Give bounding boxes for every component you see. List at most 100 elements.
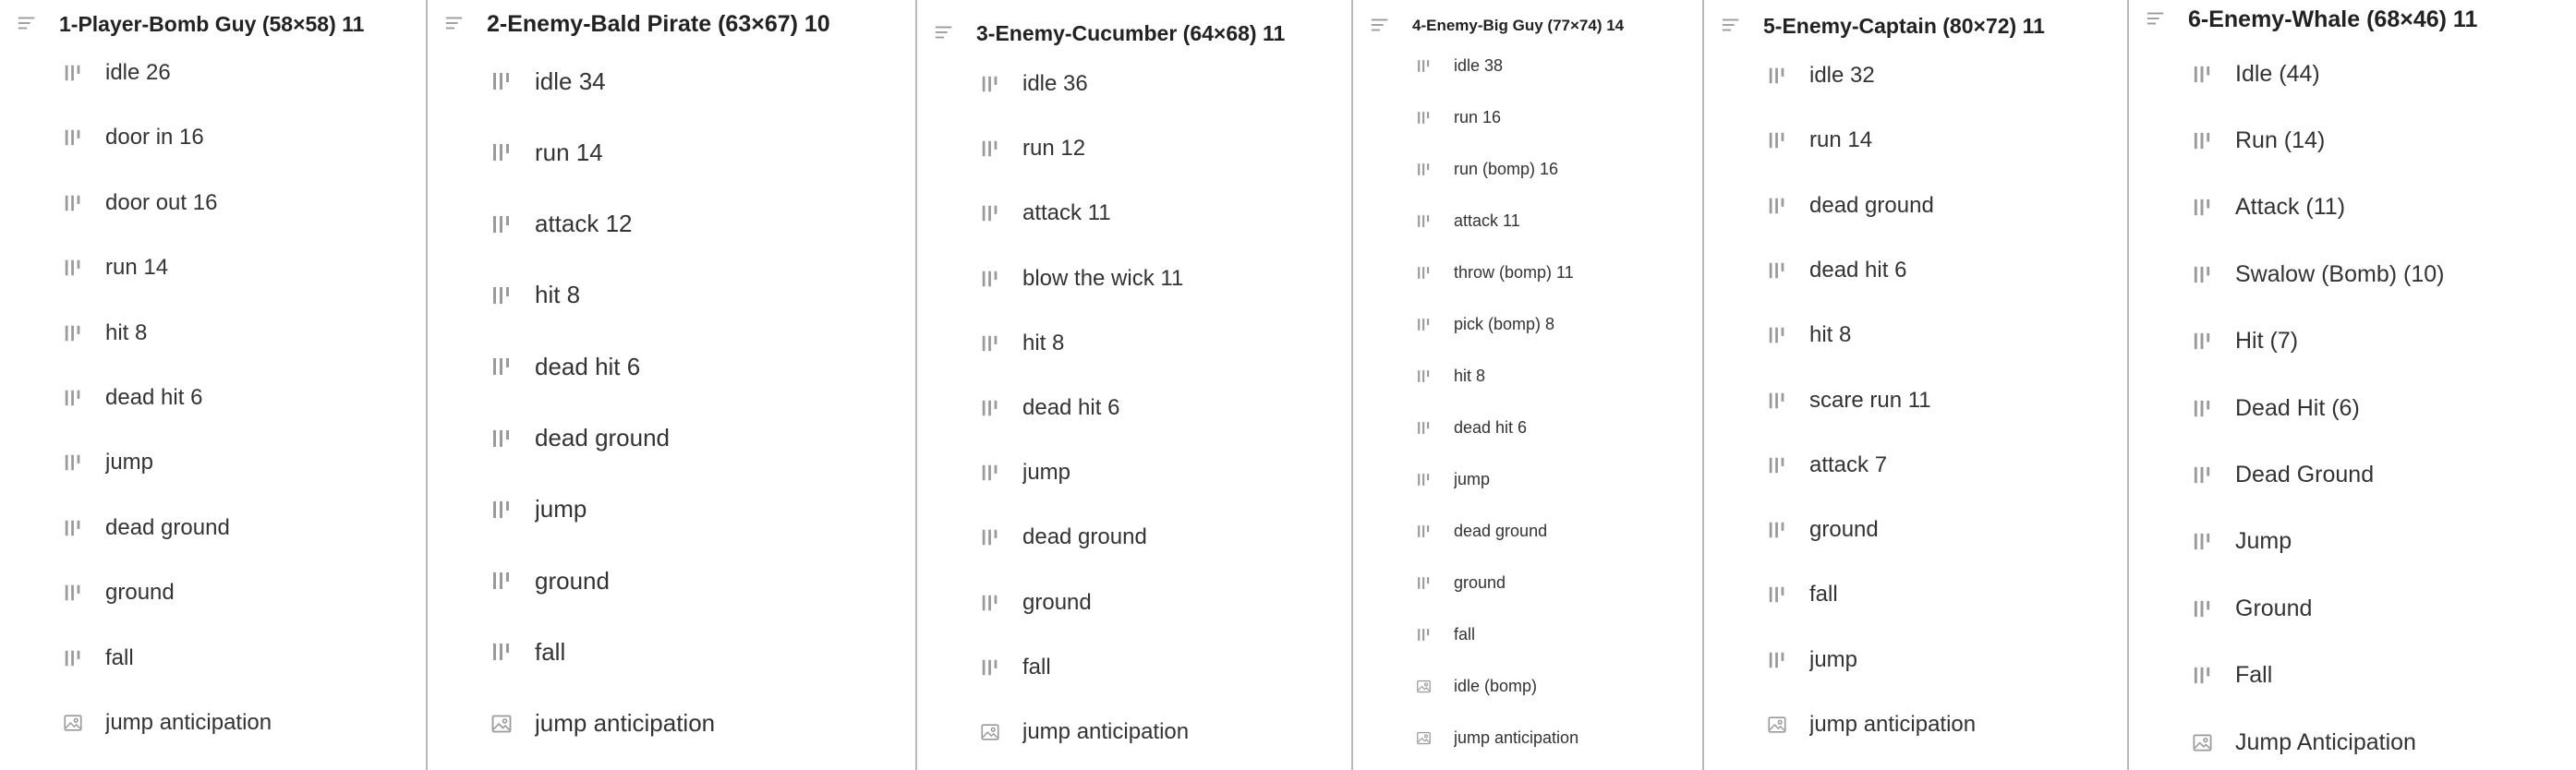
layer-item-label: idle 32 <box>1809 63 1875 88</box>
frames-icon <box>980 74 1000 94</box>
frames-icon <box>1767 130 1787 150</box>
frames-icon <box>490 641 513 663</box>
layer-item[interactable]: attack 12 <box>490 210 633 239</box>
layer-item[interactable]: hit 8 <box>1416 365 1485 387</box>
frames-icon <box>63 258 83 278</box>
layer-item-label: jump anticipation <box>1454 728 1579 747</box>
layer-item[interactable]: jump <box>1416 468 1490 490</box>
layer-item[interactable]: run 16 <box>1416 106 1501 128</box>
column-header[interactable]: 4-Enemy-Big Guy (77×74) 14 <box>1370 10 1693 42</box>
frames-icon <box>490 141 513 163</box>
layer-item[interactable]: idle 32 <box>1767 62 1875 90</box>
layer-item[interactable]: dead hit 6 <box>1767 257 1906 284</box>
layer-item[interactable]: run 14 <box>1767 126 1872 154</box>
layer-item[interactable]: ground <box>1416 571 1506 594</box>
layer-item[interactable]: Fall <box>2192 661 2272 690</box>
column-title: 2-Enemy-Bald Pirate (63×67) 10 <box>487 10 830 37</box>
column-header[interactable]: 3-Enemy-Cucumber (64×68) 11 <box>934 18 1342 49</box>
layer-item[interactable]: throw (bomp) 11 <box>1416 261 1574 283</box>
layer-item[interactable]: fall <box>980 654 1051 681</box>
layer-item-label: ground <box>1809 517 1879 543</box>
layer-item[interactable]: attack 11 <box>980 199 1111 227</box>
layer-item[interactable]: run 12 <box>980 135 1085 162</box>
column-header[interactable]: 6-Enemy-Whale (68×46) 11 <box>2146 4 2565 35</box>
layer-item[interactable]: fall <box>490 637 565 667</box>
layer-item[interactable]: idle (bomp) <box>1416 675 1537 697</box>
layer-item[interactable]: jump anticipation <box>490 709 715 739</box>
layer-item[interactable]: dead ground <box>63 514 230 542</box>
layer-item[interactable]: Dead Hit (6) <box>2192 394 2360 423</box>
layer-item[interactable]: Ground <box>2192 595 2312 623</box>
layer-item[interactable]: fall <box>1416 623 1475 645</box>
layer-item[interactable]: run (bomp) 16 <box>1416 158 1558 180</box>
layer-item[interactable]: attack 7 <box>1767 451 1887 479</box>
layer-item[interactable]: dead hit 6 <box>63 384 202 412</box>
layer-item[interactable]: ground <box>1767 516 1879 544</box>
layer-item[interactable]: fall <box>63 644 134 672</box>
layer-item[interactable]: Hit (7) <box>2192 327 2298 355</box>
frames-icon <box>2192 665 2213 686</box>
layer-item-label: fall <box>1454 624 1476 644</box>
layer-item[interactable]: jump anticipation <box>980 718 1189 746</box>
layer-item-label: dead hit 6 <box>1454 417 1528 437</box>
layer-item[interactable]: Jump <box>2192 527 2292 556</box>
frames-icon <box>1416 472 1432 487</box>
layer-item[interactable]: dead hit 6 <box>1416 416 1527 439</box>
frames-icon <box>63 193 83 213</box>
layer-item[interactable]: dead ground <box>490 424 670 453</box>
layer-item[interactable]: fall <box>1767 581 1838 608</box>
layer-item[interactable]: scare run 11 <box>1767 387 1931 415</box>
layer-item[interactable]: jump anticipation <box>1416 727 1578 749</box>
layer-item-label: hit 8 <box>535 281 581 309</box>
layer-item[interactable]: hit 8 <box>63 319 147 347</box>
frames-icon <box>63 323 83 343</box>
layer-item[interactable]: dead ground <box>980 523 1147 551</box>
frames-icon <box>63 63 83 83</box>
list-icon <box>934 22 956 44</box>
layer-item[interactable]: Attack (11) <box>2192 193 2345 222</box>
layer-item[interactable]: jump <box>490 495 587 524</box>
layer-item[interactable]: jump anticipation <box>1767 711 1976 739</box>
layer-item[interactable]: hit 8 <box>980 330 1064 357</box>
frames-icon <box>1767 650 1787 670</box>
layer-item[interactable]: idle 36 <box>980 70 1088 98</box>
layer-item[interactable]: jump <box>1767 646 1857 674</box>
layer-item[interactable]: blow the wick 11 <box>980 265 1183 293</box>
layer-item[interactable]: Run (14) <box>2192 126 2325 155</box>
layer-item[interactable]: ground <box>63 579 175 607</box>
layer-item[interactable]: Idle (44) <box>2192 60 2320 89</box>
layer-item[interactable]: idle 26 <box>63 59 171 87</box>
layer-item[interactable]: idle 34 <box>490 66 606 96</box>
layer-item[interactable]: run 14 <box>63 254 168 282</box>
layer-item-label: Fall <box>2235 662 2273 689</box>
layer-item[interactable]: dead hit 6 <box>980 394 1119 422</box>
layer-item-label: run 14 <box>535 138 603 166</box>
layer-item[interactable]: Jump Anticipation <box>2192 728 2416 757</box>
layer-item[interactable]: dead hit 6 <box>490 352 640 381</box>
layer-item[interactable]: dead ground <box>1416 520 1547 542</box>
layer-item[interactable]: door in 16 <box>63 124 204 151</box>
layer-item[interactable]: hit 8 <box>490 281 580 310</box>
layer-item[interactable]: idle 38 <box>1416 54 1503 77</box>
layer-item-label: ground <box>535 566 610 595</box>
layer-item[interactable]: Dead Ground <box>2192 461 2374 489</box>
layer-item[interactable]: hit 8 <box>1767 321 1851 349</box>
layer-item[interactable]: ground <box>490 566 610 596</box>
layer-item[interactable]: ground <box>980 589 1092 617</box>
layer-item[interactable]: door out 16 <box>63 189 217 217</box>
column-header[interactable]: 5-Enemy-Captain (80×72) 11 <box>1721 10 2118 42</box>
layer-item[interactable]: jump <box>63 449 153 476</box>
layer-item[interactable]: pick (bomp) 8 <box>1416 313 1554 335</box>
column-header[interactable]: 1-Player-Bomb Guy (58×58) 11 <box>17 8 417 40</box>
layer-item[interactable]: attack 11 <box>1416 210 1520 232</box>
layer-item-label: dead ground <box>1454 521 1548 540</box>
layer-item[interactable]: jump <box>980 459 1070 487</box>
frames-icon <box>980 527 1000 547</box>
layer-item[interactable]: dead ground <box>1767 192 1934 220</box>
column-header[interactable]: 2-Enemy-Bald Pirate (63×67) 10 <box>444 8 906 40</box>
frames-icon <box>490 499 513 521</box>
layer-item[interactable]: jump anticipation <box>63 709 272 737</box>
layer-item[interactable]: Swalow (Bomb) (10) <box>2192 260 2444 289</box>
layer-item[interactable]: run 14 <box>490 138 603 167</box>
frames-icon <box>1767 455 1787 475</box>
